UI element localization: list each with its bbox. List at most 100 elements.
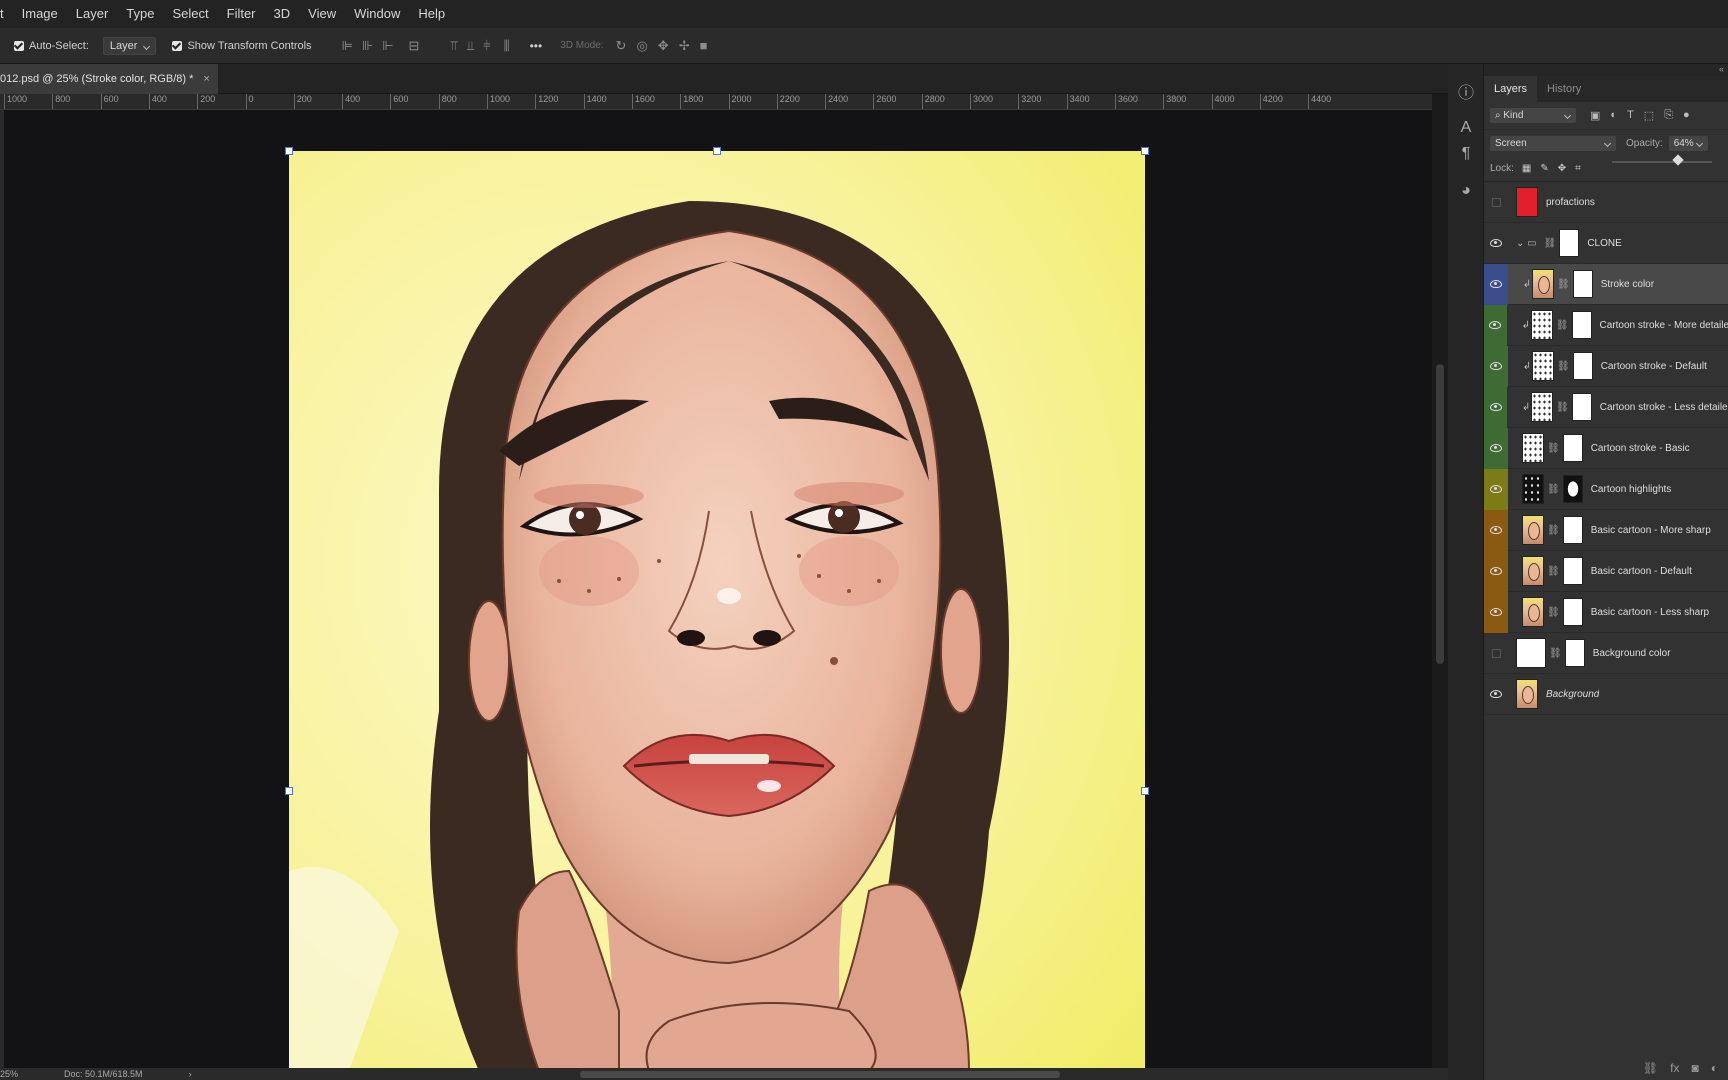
menu-item[interactable]: Select	[163, 0, 217, 28]
layer-thumbnail[interactable]	[1522, 515, 1544, 545]
align-center-icon[interactable]: ⊪	[362, 38, 373, 54]
link-icon[interactable]: ⛓	[1547, 443, 1560, 454]
opacity-slider-track[interactable]	[1612, 161, 1712, 163]
layer-row[interactable]: Background	[1484, 674, 1728, 715]
document-tab[interactable]: 012.psd @ 25% (Stroke color, RGB/8) * ×	[0, 64, 218, 94]
link-icon[interactable]: ⛓	[1556, 402, 1569, 413]
layer-mask-thumbnail[interactable]	[1571, 311, 1592, 339]
visibility-toggle[interactable]	[1484, 509, 1508, 551]
transform-handle[interactable]	[1141, 787, 1149, 795]
adjustment-filter-icon[interactable]: ◐	[1610, 109, 1617, 122]
menu-item[interactable]: 3D	[265, 0, 300, 28]
lock-transparent-icon[interactable]: ▦	[1522, 163, 1531, 174]
visibility-toggle[interactable]	[1484, 386, 1508, 428]
lock-artboard-icon[interactable]: ⌗	[1575, 163, 1581, 174]
layer-mask-thumbnail[interactable]	[1562, 516, 1583, 544]
visibility-toggle[interactable]	[1484, 345, 1508, 387]
opacity-field[interactable]: 64%	[1668, 135, 1708, 151]
more-options-button[interactable]: •••	[530, 39, 543, 53]
link-icon[interactable]: ⛓	[1547, 566, 1560, 577]
link-icon[interactable]: ⛓	[1547, 484, 1560, 495]
layer-row[interactable]: ⛓ Basic cartoon - More sharp	[1484, 509, 1728, 551]
visibility-toggle[interactable]	[1484, 304, 1507, 346]
layer-row[interactable]: ⛓ Basic cartoon - Less sharp	[1484, 591, 1728, 633]
pan-icon[interactable]: ✥	[658, 38, 669, 54]
layer-thumbnail[interactable]	[1522, 474, 1544, 504]
distribute-icon[interactable]: ⊟	[409, 38, 420, 54]
layer-row[interactable]: ⛓ Basic cartoon - Default	[1484, 550, 1728, 592]
layer-thumbnail[interactable]	[1532, 269, 1554, 299]
layer-thumbnail[interactable]	[1530, 310, 1553, 340]
transform-handle[interactable]	[285, 787, 293, 795]
layer-row[interactable]: ⛓ Background color	[1484, 633, 1728, 674]
layer-row[interactable]: profactions	[1484, 182, 1728, 223]
collapse-icon[interactable]: «	[1719, 64, 1724, 74]
visibility-toggle[interactable]	[1484, 223, 1508, 264]
smart-object-filter-icon[interactable]: ⎘	[1664, 109, 1673, 122]
layer-thumbnail[interactable]	[1516, 187, 1538, 217]
layer-mask-thumbnail[interactable]	[1562, 598, 1583, 626]
align-bottom-icon[interactable]: ⫩	[483, 38, 490, 54]
align-left-icon[interactable]: ⊫	[342, 38, 353, 54]
layer-mask-thumbnail[interactable]	[1559, 229, 1580, 257]
visibility-toggle[interactable]	[1484, 591, 1508, 633]
menu-item[interactable]: Image	[13, 0, 67, 28]
align-right-icon[interactable]: ⊩	[382, 38, 393, 54]
tab-history[interactable]: History	[1537, 76, 1591, 102]
orbit-icon[interactable]: ↻	[616, 38, 627, 54]
layer-mask-thumbnail[interactable]	[1571, 393, 1592, 421]
layer-thumbnail[interactable]	[1532, 351, 1554, 381]
layer-row[interactable]: ↲ ⛓ Cartoon stroke - More detailed	[1484, 304, 1728, 346]
tab-layers[interactable]: Layers	[1484, 76, 1538, 102]
lock-paint-icon[interactable]: ✎	[1540, 163, 1548, 174]
layer-mask-thumbnail[interactable]	[1562, 557, 1583, 585]
horizontal-scrollbar-thumb[interactable]	[580, 1071, 1060, 1078]
status-menu-arrow[interactable]: ›	[189, 1069, 192, 1079]
filter-kind-dropdown[interactable]: ⌕ Kind	[1490, 108, 1576, 123]
zoom-level[interactable]: 25%	[0, 1069, 18, 1079]
video-camera-icon[interactable]: ■	[700, 38, 708, 54]
layer-row[interactable]: ↲ ⛓ Stroke color	[1484, 263, 1728, 305]
layer-row[interactable]: ↲ ⛓ Cartoon stroke - Default	[1484, 345, 1728, 387]
info-icon[interactable]: ⓘ	[1456, 84, 1476, 104]
align-middle-icon[interactable]: ⫫	[467, 38, 474, 54]
visibility-toggle[interactable]	[1484, 263, 1508, 305]
layer-row[interactable]: ↲ ⛓ Cartoon stroke - Less detailed	[1484, 386, 1728, 428]
visibility-toggle[interactable]	[1484, 468, 1508, 510]
layer-row[interactable]: ⛓ Cartoon stroke - Basic	[1484, 427, 1728, 469]
blend-mode-dropdown[interactable]: Screen	[1490, 135, 1616, 151]
link-icon[interactable]: ⛓	[1549, 648, 1562, 659]
adjustment-icon[interactable]: ◐	[1711, 1061, 1718, 1075]
layer-mask-thumbnail[interactable]	[1562, 475, 1583, 503]
roll-icon[interactable]: ◎	[636, 38, 647, 54]
scrollbar-thumb[interactable]	[1436, 364, 1444, 664]
layer-thumbnail[interactable]	[1516, 638, 1546, 668]
menu-item[interactable]: Filter	[218, 0, 265, 28]
shape-filter-icon[interactable]: ⬚	[1644, 109, 1654, 122]
lock-position-icon[interactable]: ✥	[1558, 163, 1566, 174]
visibility-toggle[interactable]	[1484, 427, 1508, 469]
link-icon[interactable]: ⛓	[1557, 279, 1570, 290]
menu-item[interactable]: Layer	[67, 0, 118, 28]
menu-item[interactable]: View	[299, 0, 345, 28]
fx-icon[interactable]: fx	[1670, 1061, 1679, 1075]
layer-thumbnail[interactable]	[1531, 392, 1554, 422]
folder-icon[interactable]: ⌄ ▭	[1516, 238, 1537, 249]
canvas-area[interactable]	[4, 110, 1432, 1068]
opacity-slider-handle[interactable]	[1672, 154, 1684, 166]
link-icon[interactable]: ⛓	[1547, 525, 1560, 536]
document-canvas[interactable]	[289, 151, 1145, 1068]
auto-select-checkbox[interactable]: Auto-Select:	[14, 40, 89, 52]
visibility-toggle[interactable]	[1484, 182, 1508, 223]
layer-thumbnail[interactable]	[1522, 433, 1544, 463]
link-icon[interactable]: ⛓	[1557, 361, 1570, 372]
filter-toggle-icon[interactable]: ●	[1683, 109, 1690, 122]
layer-thumbnail[interactable]	[1522, 597, 1544, 627]
align-top-icon[interactable]: ⫪	[450, 38, 457, 54]
image-filter-icon[interactable]: ▣	[1590, 109, 1600, 122]
add-mask-icon[interactable]: ◙	[1692, 1061, 1699, 1075]
transform-handle[interactable]	[285, 147, 293, 155]
menu-item[interactable]: Type	[117, 0, 163, 28]
menu-item[interactable]: Window	[345, 0, 409, 28]
link-icon[interactable]: ⛓	[1547, 607, 1560, 618]
